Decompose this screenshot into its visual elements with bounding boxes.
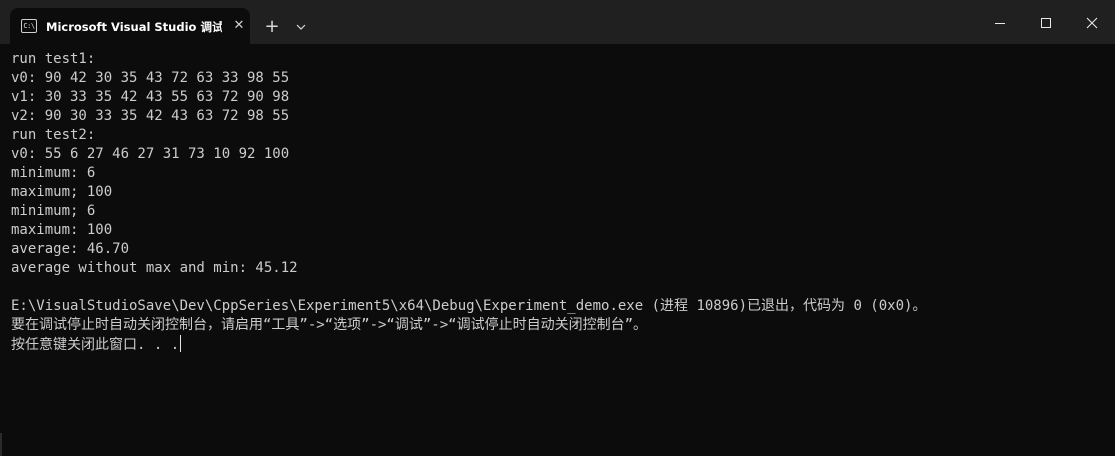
console-line: maximum; 100 bbox=[11, 184, 113, 200]
title-bar[interactable]: C:\ Microsoft Visual Studio 调试控 ✕ + bbox=[0, 0, 1115, 44]
terminal-icon: C:\ bbox=[21, 19, 37, 33]
console-line: average without max and min: 45.12 bbox=[11, 260, 298, 276]
console-line: v1: 30 33 35 42 43 55 63 72 90 98 bbox=[11, 89, 290, 105]
console-line: run test2: bbox=[11, 127, 96, 143]
console-line: 要在调试停止时自动关闭控制台，请启用“工具”->“选项”->“调试”->“调试停… bbox=[11, 317, 647, 333]
tab-visual-studio-debug[interactable]: C:\ Microsoft Visual Studio 调试控 ✕ bbox=[10, 8, 250, 44]
chevron-down-icon[interactable] bbox=[292, 17, 310, 37]
console-line: minimum; 6 bbox=[11, 203, 96, 219]
new-tab-button[interactable]: + bbox=[262, 16, 282, 38]
terminal-window: C:\ Microsoft Visual Studio 调试控 ✕ + run … bbox=[0, 0, 1115, 456]
console-line: minimum: 6 bbox=[11, 165, 96, 181]
console-prompt-line: 按任意键关闭此窗口. . . bbox=[11, 335, 182, 354]
maximize-icon bbox=[1041, 18, 1051, 28]
minimize-button[interactable] bbox=[977, 8, 1023, 38]
minimize-icon bbox=[995, 23, 1005, 24]
text-cursor bbox=[180, 335, 182, 352]
console-line: v2: 90 30 33 35 42 43 63 72 98 55 bbox=[11, 108, 290, 124]
console-line: run test1: bbox=[11, 51, 96, 67]
console-line: E:\VisualStudioSave\Dev\CppSeries\Experi… bbox=[11, 298, 927, 314]
console-line: v0: 90 42 30 35 43 72 63 33 98 55 bbox=[11, 70, 290, 86]
maximize-button[interactable] bbox=[1023, 8, 1069, 38]
tab-close-button[interactable]: ✕ bbox=[230, 17, 248, 35]
console-line: v0: 55 6 27 46 27 31 73 10 92 100 bbox=[11, 146, 290, 162]
console-line: average: 46.70 bbox=[11, 241, 130, 257]
console-prompt-text: 按任意键关闭此窗口. . . bbox=[11, 337, 180, 353]
close-icon bbox=[1086, 17, 1098, 29]
console-output[interactable]: run test1: v0: 90 42 30 35 43 72 63 33 9… bbox=[0, 44, 1115, 456]
close-button[interactable] bbox=[1069, 8, 1115, 38]
tab-title: Microsoft Visual Studio 调试控 bbox=[46, 20, 222, 34]
console-line: maximum: 100 bbox=[11, 222, 113, 238]
scrollbar[interactable] bbox=[0, 433, 2, 456]
